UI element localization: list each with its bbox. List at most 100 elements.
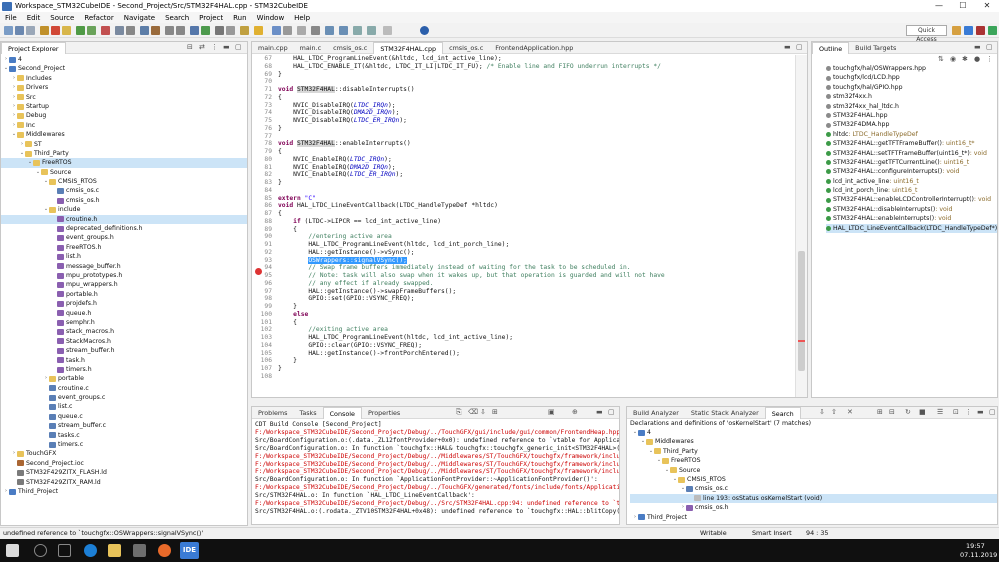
last-edit-icon[interactable] [311,26,320,35]
collapse-all-search-icon[interactable]: ⊟ [889,408,895,416]
line-text[interactable]: } [278,71,282,79]
file-explorer-icon[interactable] [108,544,121,557]
store-icon[interactable] [133,544,146,557]
line-text[interactable]: { [278,148,282,156]
edge-icon[interactable] [84,544,97,557]
code-line[interactable]: 80 NVIC_EnableIRQ(LTDC_IRQn); [252,156,793,164]
line-text[interactable]: NVIC_EnableIRQ(LTDC_ER_IRQn); [278,171,403,179]
editor-scrollbar-thumb[interactable] [798,251,805,371]
code-line[interactable]: 89 { [252,226,793,234]
line-text[interactable]: // Note: task will also swap when it wak… [278,272,664,280]
toggle-mark-icon[interactable] [215,26,224,35]
tab-outline[interactable]: Outline [812,41,850,54]
editor-tab[interactable]: STM32F4HAL.cpp [373,41,444,54]
format-icon[interactable] [297,26,306,35]
run-search-icon[interactable]: ↻ [905,408,911,416]
line-text[interactable]: HAL_LTDC_ProgramLineEvent(hltdc, lcd_int… [278,334,513,342]
code-line[interactable]: 105 HAL::getInstance()->frontPorchEntere… [252,350,793,358]
tree-row[interactable]: StackMacros.h [1,337,247,346]
pin-search-icon[interactable]: ⊡ [953,408,959,416]
go-forward-arrow-icon[interactable] [367,26,376,35]
tree-row[interactable]: FreeRTOS.h [1,243,247,252]
console-line[interactable]: Src/BoardConfiguration.o:(.data._ZL12fon… [255,437,619,445]
tree-row[interactable]: ⌄ Middlewares [1,130,247,139]
new-icon[interactable] [4,26,13,35]
code-line[interactable]: 99 } [252,303,793,311]
menu-file[interactable]: File [0,14,22,22]
code-line[interactable]: 97 HAL::getInstance()->swapFrameBuffers(… [252,288,793,296]
line-text[interactable]: } [278,303,297,311]
tree-row[interactable]: line 193: osStatus osKernelStart (void) [630,493,997,504]
tree-row[interactable]: ⌄ CMSIS_RTOS [630,475,997,484]
outline-item[interactable]: lcd_int_porch_line : uint16_t [826,186,997,195]
line-text[interactable]: else [278,311,308,319]
highlight-icon[interactable] [254,26,263,35]
info-icon[interactable] [420,26,429,35]
console-line[interactable]: Src/BoardConfiguration.o: In function `A… [255,476,619,484]
line-text[interactable]: // Swap frame buffers immediately instea… [278,264,630,272]
menu-source[interactable]: Source [45,14,79,22]
next-match-icon[interactable]: ⇩ [819,408,825,416]
search-maximize-icon[interactable]: ▢ [989,408,996,416]
menu-refactor[interactable]: Refactor [79,14,118,22]
code-line[interactable]: 78 void STM32F4HAL::enableInterrupts() [252,140,793,148]
line-text[interactable]: NVIC_DisableIRQ(DMA2D_IRQn); [278,109,399,117]
tree-row[interactable]: STM32F429ZITX_FLASH.ld [1,468,247,477]
console-line[interactable]: F:/Workspace_STM32CubeIDE/Second_Project… [255,453,619,461]
tab-build-targets[interactable]: Build Targets [849,42,902,54]
code-line[interactable]: 108 [252,373,793,381]
search-icon[interactable] [115,26,124,35]
code-line[interactable]: 68 HAL_LTDC_ENABLE_IT(&hltdc, LTDC_IT_LI… [252,63,793,71]
outline-item[interactable]: STM32F4HAL::configureInterrupts() : void [826,167,997,176]
back-icon[interactable] [325,26,334,35]
outline-item[interactable]: STM32F4HAL::getTFTFrameBuffer() : uint16… [826,139,997,148]
outline-item[interactable]: touchgfx/hal/GPIO.hpp [826,83,997,92]
tree-row[interactable]: stack_macros.h [1,327,247,336]
tree-row[interactable]: ⌄ FreeRTOS [630,456,997,465]
line-text[interactable]: // any effect if already swapped. [278,280,433,288]
outline-item[interactable]: STM32F4DMA.hpp [826,120,997,129]
console-line[interactable]: Src/STM32F4HAL.o:(.rodata._ZTV10STM32F4H… [255,508,619,516]
next-annotation-icon[interactable] [165,26,174,35]
menu-navigate[interactable]: Navigate [119,14,160,22]
tree-row[interactable]: cmsis_os.h [1,196,247,205]
outline-item[interactable]: STM32F4HAL::getTFTCurrentLine() : uint16… [826,158,997,167]
outline-item[interactable]: lcd_int_active_line : uint16_t [826,177,997,186]
clock-date[interactable]: 07.11.2019 [960,551,997,559]
tab-properties[interactable]: Properties [362,407,406,419]
console-line[interactable]: Src/STM32F4HAL.o: In function `HAL_LTDC_… [255,492,619,500]
tree-row[interactable]: › ST [1,140,247,149]
outline-item[interactable]: STM32F4HAL::disableInterrupts() : void [826,205,997,214]
open-console-icon[interactable]: ⊕ [572,408,578,416]
tree-row[interactable]: ⌄ Second_Project [1,64,247,73]
link-editor-icon[interactable]: ⇄ [199,43,205,51]
code-line[interactable]: 93 OSWrappers::signalVSync(); [252,256,793,265]
display-console-icon[interactable]: ▣ [548,408,555,416]
line-text[interactable]: void STM32F4HAL::enableInterrupts() [278,140,411,148]
line-text[interactable]: } [278,365,282,373]
clock-time[interactable]: 19:57 [966,542,985,550]
line-text[interactable]: HAL_LTDC_ENABLE_IT(&hltdc, LTDC_IT_LI|LT… [278,63,661,71]
tree-row[interactable]: queue.h [1,309,247,318]
console-maximize-icon[interactable]: ▢ [608,408,615,416]
outline-item[interactable]: STM32F4HAL::enableLCDControllerInterrupt… [826,195,997,204]
open-type-icon[interactable] [126,26,135,35]
line-text[interactable]: } [278,357,297,365]
outline-item[interactable]: touchgfx/lcd/LCD.hpp [826,73,997,82]
line-text[interactable]: //entering active area [278,233,391,241]
line-text[interactable]: HAL::getInstance()->frontPorchEntered(); [278,350,460,358]
editor-maximize-icon[interactable]: ▢ [796,43,803,51]
tree-row[interactable]: ⌄ CMSIS_RTOS [1,177,247,186]
tree-row[interactable]: task.h [1,356,247,365]
console-output[interactable]: CDT Build Console [Second_Project] F:/Wor… [252,421,619,524]
run-external-icon[interactable] [190,26,199,35]
device-config-icon[interactable] [988,26,997,35]
tree-row[interactable]: list.c [1,402,247,411]
line-text[interactable]: NVIC_DisableIRQ(LTDC_ER_IRQn); [278,117,407,125]
tree-row[interactable]: › Includes [1,74,247,83]
view-menu-icon[interactable]: ⋮ [211,43,218,51]
line-text[interactable]: HAL_LTDC_ProgramLineEvent(hltdc, lcd_int… [278,241,509,249]
tree-row[interactable]: tasks.c [1,431,247,440]
line-text[interactable]: { [278,226,297,234]
run-last-icon[interactable] [201,26,210,35]
